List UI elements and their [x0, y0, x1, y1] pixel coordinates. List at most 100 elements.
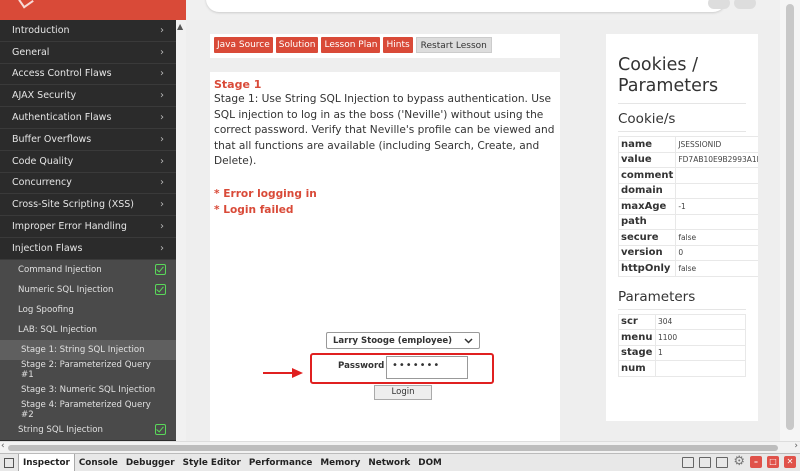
- header-control[interactable]: [708, 0, 730, 9]
- row-value: 0: [675, 244, 758, 261]
- devtools-toolbar: Inspector Console Debugger Style Editor Perf…: [0, 453, 800, 471]
- scrollbar-thumb[interactable]: [8, 445, 778, 451]
- devtools-tab[interactable]: Performance: [245, 454, 317, 471]
- sidebar-category-label: Authentication Flaws: [12, 112, 112, 124]
- sidebar-lesson-item[interactable]: String SQL Injection: [0, 420, 176, 440]
- sidebar-lesson-item[interactable]: Numeric SQL Injection: [0, 280, 176, 300]
- devtools-tab[interactable]: DOM: [414, 454, 446, 471]
- gear-icon[interactable]: ⚙: [733, 455, 745, 468]
- sidebar-category-label: Code Quality: [12, 155, 74, 167]
- devtools-tab[interactable]: Network: [364, 454, 414, 471]
- responsive-mode-icon[interactable]: [682, 456, 695, 468]
- chevron-right-icon: ›: [160, 112, 164, 124]
- scroll-left-icon[interactable]: ‹: [1, 441, 5, 451]
- top-band: [186, 0, 780, 20]
- sidebar-lesson-item[interactable]: Command Injection: [0, 260, 176, 280]
- error-messages: * Error logging in * Login failed: [214, 186, 556, 218]
- scroll-right-icon[interactable]: ›: [794, 441, 798, 451]
- table-row: scr 304: [618, 313, 746, 330]
- devtools-tab[interactable]: Style Editor: [179, 454, 245, 471]
- devtools-tabs: Inspector Console Debugger Style Editor Perf…: [18, 453, 446, 471]
- hints-button[interactable]: Hints: [383, 37, 413, 53]
- sidebar-category[interactable]: Cross-Site Scripting (XSS) ›: [0, 194, 176, 217]
- table-row: version 0: [617, 244, 758, 261]
- table-row: num: [618, 360, 746, 377]
- header-control[interactable]: [734, 0, 756, 9]
- employee-select[interactable]: Larry Stooge (employee): [326, 332, 480, 349]
- devtools-controls: ⚙ – □ ✕: [682, 455, 796, 468]
- devtools-tab[interactable]: Debugger: [122, 454, 179, 471]
- sidebar-category-label: General: [12, 46, 50, 58]
- stage-title: Stage 1: [214, 78, 262, 91]
- arrow-right-icon: [263, 368, 303, 378]
- row-key: stage: [618, 344, 656, 361]
- devtools-tab[interactable]: Inspector: [18, 453, 75, 471]
- sidebar-category-label: Cross-Site Scripting (XSS): [12, 199, 134, 211]
- row-key: domain: [617, 182, 677, 199]
- table-row: maxAge -1: [617, 198, 758, 215]
- sidebar-category[interactable]: Code Quality ›: [0, 151, 176, 173]
- sidebar-lesson-label: String SQL Injection: [18, 424, 103, 435]
- chevron-right-icon: ›: [160, 155, 164, 167]
- sidebar-lesson-label: Stage 4: Parameterized Query #2: [21, 399, 151, 420]
- page-horizontal-scrollbar[interactable]: ‹ ›: [0, 441, 800, 453]
- lesson-plan-button[interactable]: Lesson Plan: [321, 37, 381, 53]
- table-row: httpOnly false: [617, 260, 758, 277]
- sidebar-category[interactable]: Introduction ›: [0, 20, 176, 42]
- sidebar-scrollbar[interactable]: ▲: [176, 20, 186, 441]
- sidebar-category[interactable]: Access Control Flaws ›: [0, 64, 176, 86]
- sidebar-category[interactable]: Injection Flaws ›: [0, 238, 176, 260]
- row-value: 1100: [655, 329, 746, 346]
- sidebar-category-label: Buffer Overflows: [12, 133, 92, 145]
- minimize-icon[interactable]: –: [750, 456, 762, 468]
- chevron-right-icon: ›: [160, 46, 164, 58]
- table-row: domain: [617, 182, 758, 199]
- scroll-up-icon[interactable]: ▲: [177, 22, 183, 31]
- row-value: false: [675, 229, 758, 246]
- login-button[interactable]: Login: [374, 385, 432, 400]
- table-row: valueFD7AB10E9B2993A1FDCD: [617, 151, 758, 168]
- sidebar-category-label: Injection Flaws: [12, 242, 83, 254]
- header-controls: [704, 0, 760, 9]
- sidebar-lesson-label: Stage 3: Numeric SQL Injection: [21, 384, 156, 395]
- row-key: comment: [617, 167, 677, 184]
- sidebar-category-label: Access Control Flaws: [12, 68, 112, 80]
- table-row: stage 1: [618, 344, 746, 361]
- solution-button[interactable]: Solution: [275, 37, 319, 53]
- element-picker-icon[interactable]: [0, 454, 18, 471]
- sidebar-lesson-item[interactable]: Log Spoofing: [0, 300, 176, 320]
- sidebar-category[interactable]: Improper Error Handling ›: [0, 216, 176, 238]
- devtools-tab[interactable]: Memory: [316, 454, 364, 471]
- close-icon[interactable]: ✕: [784, 456, 796, 468]
- restart-lesson-button[interactable]: Restart Lesson: [415, 37, 492, 53]
- row-value: [655, 360, 746, 377]
- sidebar-category[interactable]: Authentication Flaws ›: [0, 107, 176, 129]
- lesson-toolbar: Java Source Solution Lesson Plan Hints R…: [210, 34, 560, 58]
- sidebar-category-label: Introduction: [12, 24, 70, 36]
- sidebar-lesson-item[interactable]: Stage 1: String SQL Injection: [0, 339, 176, 360]
- sidebar-category[interactable]: Buffer Overflows ›: [0, 129, 176, 151]
- sidebar-lesson-item[interactable]: Stage 4: Parameterized Query #2: [0, 400, 176, 420]
- cookies-table: nameJSESSIONIDvalueFD7AB10E9B2993A1FDCDc…: [617, 136, 758, 277]
- sidebar-lesson-item[interactable]: Stage 3: Numeric SQL Injection: [0, 380, 176, 400]
- chevron-right-icon: ›: [160, 68, 164, 80]
- sidebar-category[interactable]: General ›: [0, 42, 176, 64]
- check-icon: [155, 424, 166, 436]
- app-header-logo-area: [0, 0, 186, 20]
- row-key: path: [617, 213, 677, 230]
- dock-side-icon[interactable]: [699, 456, 712, 468]
- table-row: menu 1100: [618, 329, 746, 346]
- sidebar-lesson-label: LAB: SQL Injection: [18, 324, 97, 335]
- sidebar-category[interactable]: AJAX Security ›: [0, 85, 176, 108]
- devtools-tab[interactable]: Console: [75, 454, 122, 471]
- scrollbar-thumb[interactable]: [786, 4, 794, 430]
- maximize-icon[interactable]: □: [767, 456, 779, 468]
- page-vertical-scrollbar[interactable]: [780, 0, 800, 441]
- sidebar-lesson-label: Log Spoofing: [18, 304, 74, 315]
- java-source-button[interactable]: Java Source: [214, 37, 273, 53]
- sidebar-lesson-item[interactable]: Stage 2: Parameterized Query #1: [0, 360, 176, 380]
- split-console-icon[interactable]: [716, 456, 729, 468]
- sidebar-category[interactable]: Concurrency ›: [0, 173, 176, 195]
- sidebar-lesson-item[interactable]: LAB: SQL Injection: [0, 320, 176, 340]
- row-key: secure: [617, 229, 677, 246]
